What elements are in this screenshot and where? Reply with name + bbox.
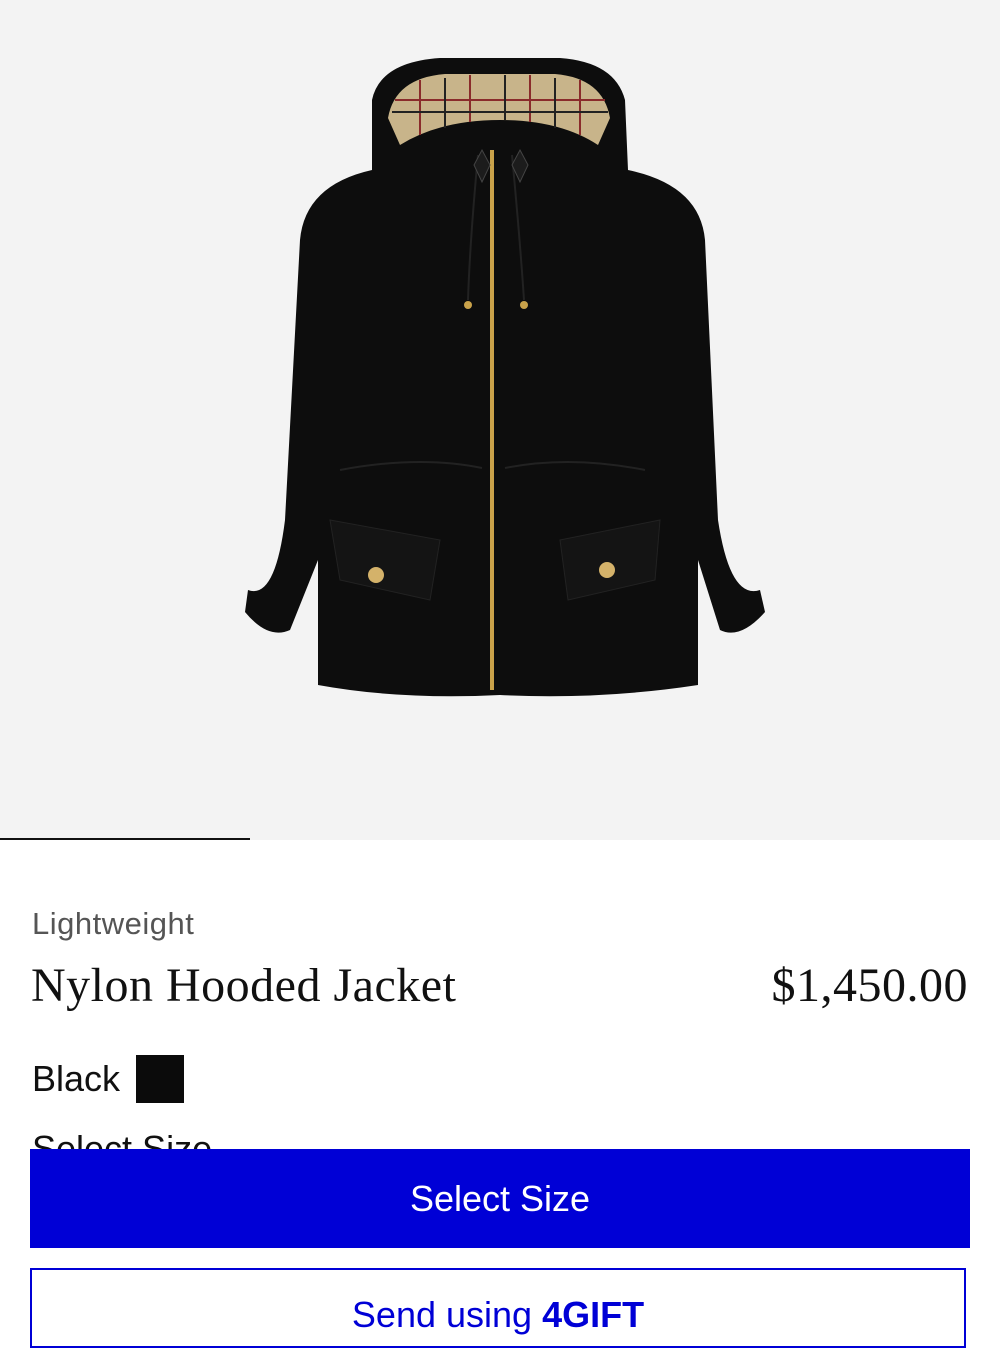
gift-brand-label: GIFT	[562, 1294, 645, 1335]
select-size-button[interactable]: Select Size	[30, 1149, 970, 1248]
product-title: Nylon Hooded Jacket	[31, 959, 457, 1012]
gift-brand-icon: 4	[542, 1294, 563, 1335]
send-using-label: Send using	[351, 1294, 533, 1335]
color-swatch-black[interactable]	[136, 1055, 185, 1103]
product-image-gallery[interactable]	[0, 0, 1000, 840]
product-image	[245, 58, 765, 697]
gallery-progress-indicator	[0, 838, 250, 840]
product-price: $1,450.00	[771, 959, 968, 1012]
color-selector: Black	[32, 1054, 185, 1104]
send-gift-button[interactable]: Send using 4 GIFT	[30, 1268, 966, 1348]
product-category: Lightweight	[32, 906, 195, 941]
color-name: Black	[32, 1058, 121, 1099]
gift-logo: 4 GIFT	[542, 1294, 644, 1336]
